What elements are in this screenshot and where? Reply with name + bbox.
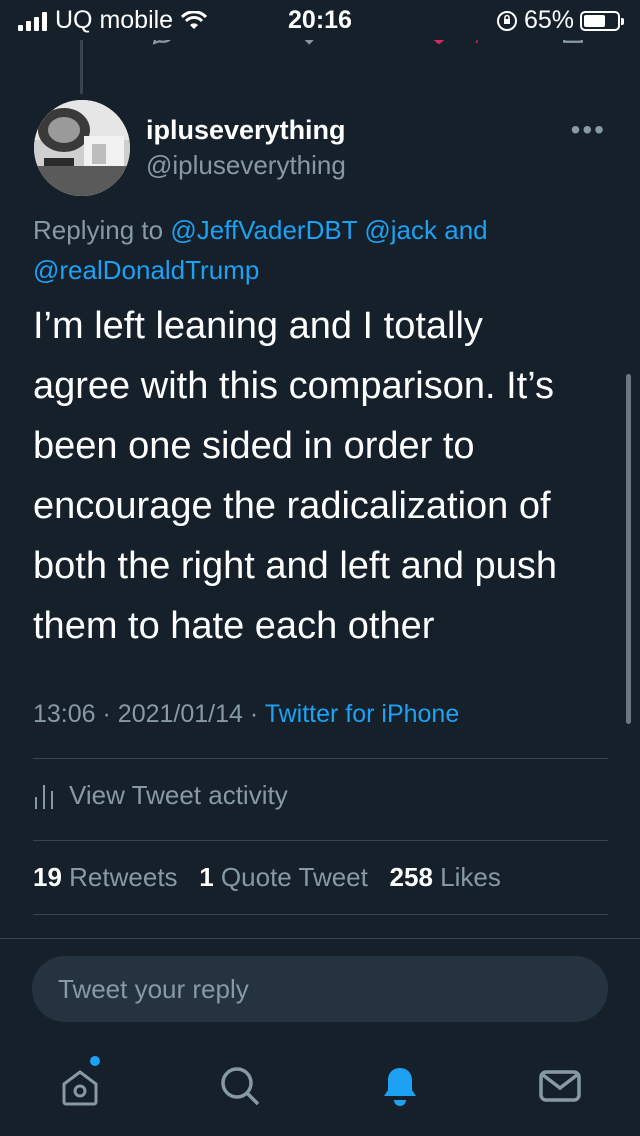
new-content-dot [90, 1056, 100, 1066]
tweet-text: I’m left leaning and I totally agree wit… [33, 296, 613, 656]
view-tweet-activity[interactable]: View Tweet activity [33, 780, 288, 811]
retweets-stat[interactable]: 19 Retweets [33, 862, 178, 892]
avatar-image [34, 100, 130, 196]
meta-separator: · [249, 700, 259, 728]
likes-label: Likes [440, 862, 501, 892]
mention-link[interactable]: @realDonaldTrump [33, 255, 259, 285]
tweet-text-line: both the right and left and push [33, 545, 557, 587]
likes-count: 258 [389, 862, 433, 892]
retweets-count: 19 [33, 862, 62, 892]
avatar[interactable] [34, 100, 130, 196]
thread-line [80, 40, 83, 94]
likes-stat[interactable]: 258 Likes [390, 862, 501, 892]
battery-group: 65% [496, 6, 624, 35]
home-icon[interactable] [56, 1062, 104, 1110]
tweet-text-line: I’m left leaning and I totally [33, 305, 483, 347]
tweet-text-line: encourage the radicalization of [33, 485, 551, 527]
scrollbar[interactable] [626, 374, 631, 724]
mention-link[interactable]: @jack [364, 215, 437, 245]
tweet-text-line: been one sided in order to [33, 425, 475, 467]
more-horizontal-icon[interactable]: ••• [571, 114, 606, 146]
tweet-date: 2021/01/14 [117, 700, 243, 728]
status-bar: UQ mobile 20:16 65% [0, 0, 640, 40]
battery-percent: 65% [523, 6, 574, 34]
divider [33, 758, 608, 759]
mention-link[interactable]: @JeffVaderDBT [170, 215, 357, 245]
tweet-text-line: them to hate each other [33, 605, 435, 647]
replying-to: Replying to @JeffVaderDBT @jack and @rea… [33, 210, 593, 290]
divider [33, 840, 608, 841]
battery-icon [580, 10, 624, 31]
tweet-time: 13:06 [33, 700, 96, 728]
replying-prefix: Replying to [33, 215, 164, 245]
orientation-lock-icon [496, 10, 517, 31]
reply-placeholder: Tweet your reply [58, 974, 249, 1004]
mention-and[interactable]: and [444, 215, 487, 245]
bar-chart-icon [35, 784, 53, 809]
quotes-stat[interactable]: 1 Quote Tweet [199, 862, 368, 892]
notifications-icon[interactable] [376, 1062, 424, 1110]
author-name[interactable]: ipluseverything [146, 115, 346, 146]
reply-bar-divider [0, 938, 640, 939]
quotes-label: Quote Tweet [220, 862, 368, 892]
quotes-count: 1 [199, 862, 214, 892]
divider [33, 914, 608, 915]
tweet-source[interactable]: Twitter for iPhone [265, 700, 460, 728]
retweets-label: Retweets [69, 862, 178, 892]
tweet-stats: 19 Retweets 1 Quote Tweet 258 Likes [33, 862, 501, 893]
meta-separator: · [102, 700, 111, 728]
author-handle[interactable]: @ipluseverything [146, 150, 346, 181]
tweet-text-line: agree with this comparison. It’s [33, 365, 554, 407]
activity-label: View Tweet activity [69, 780, 288, 810]
tweet-meta: 13:06 · 2021/01/14 · Twitter for iPhone [33, 700, 459, 729]
search-icon[interactable] [216, 1062, 264, 1110]
messages-icon[interactable] [536, 1062, 584, 1110]
